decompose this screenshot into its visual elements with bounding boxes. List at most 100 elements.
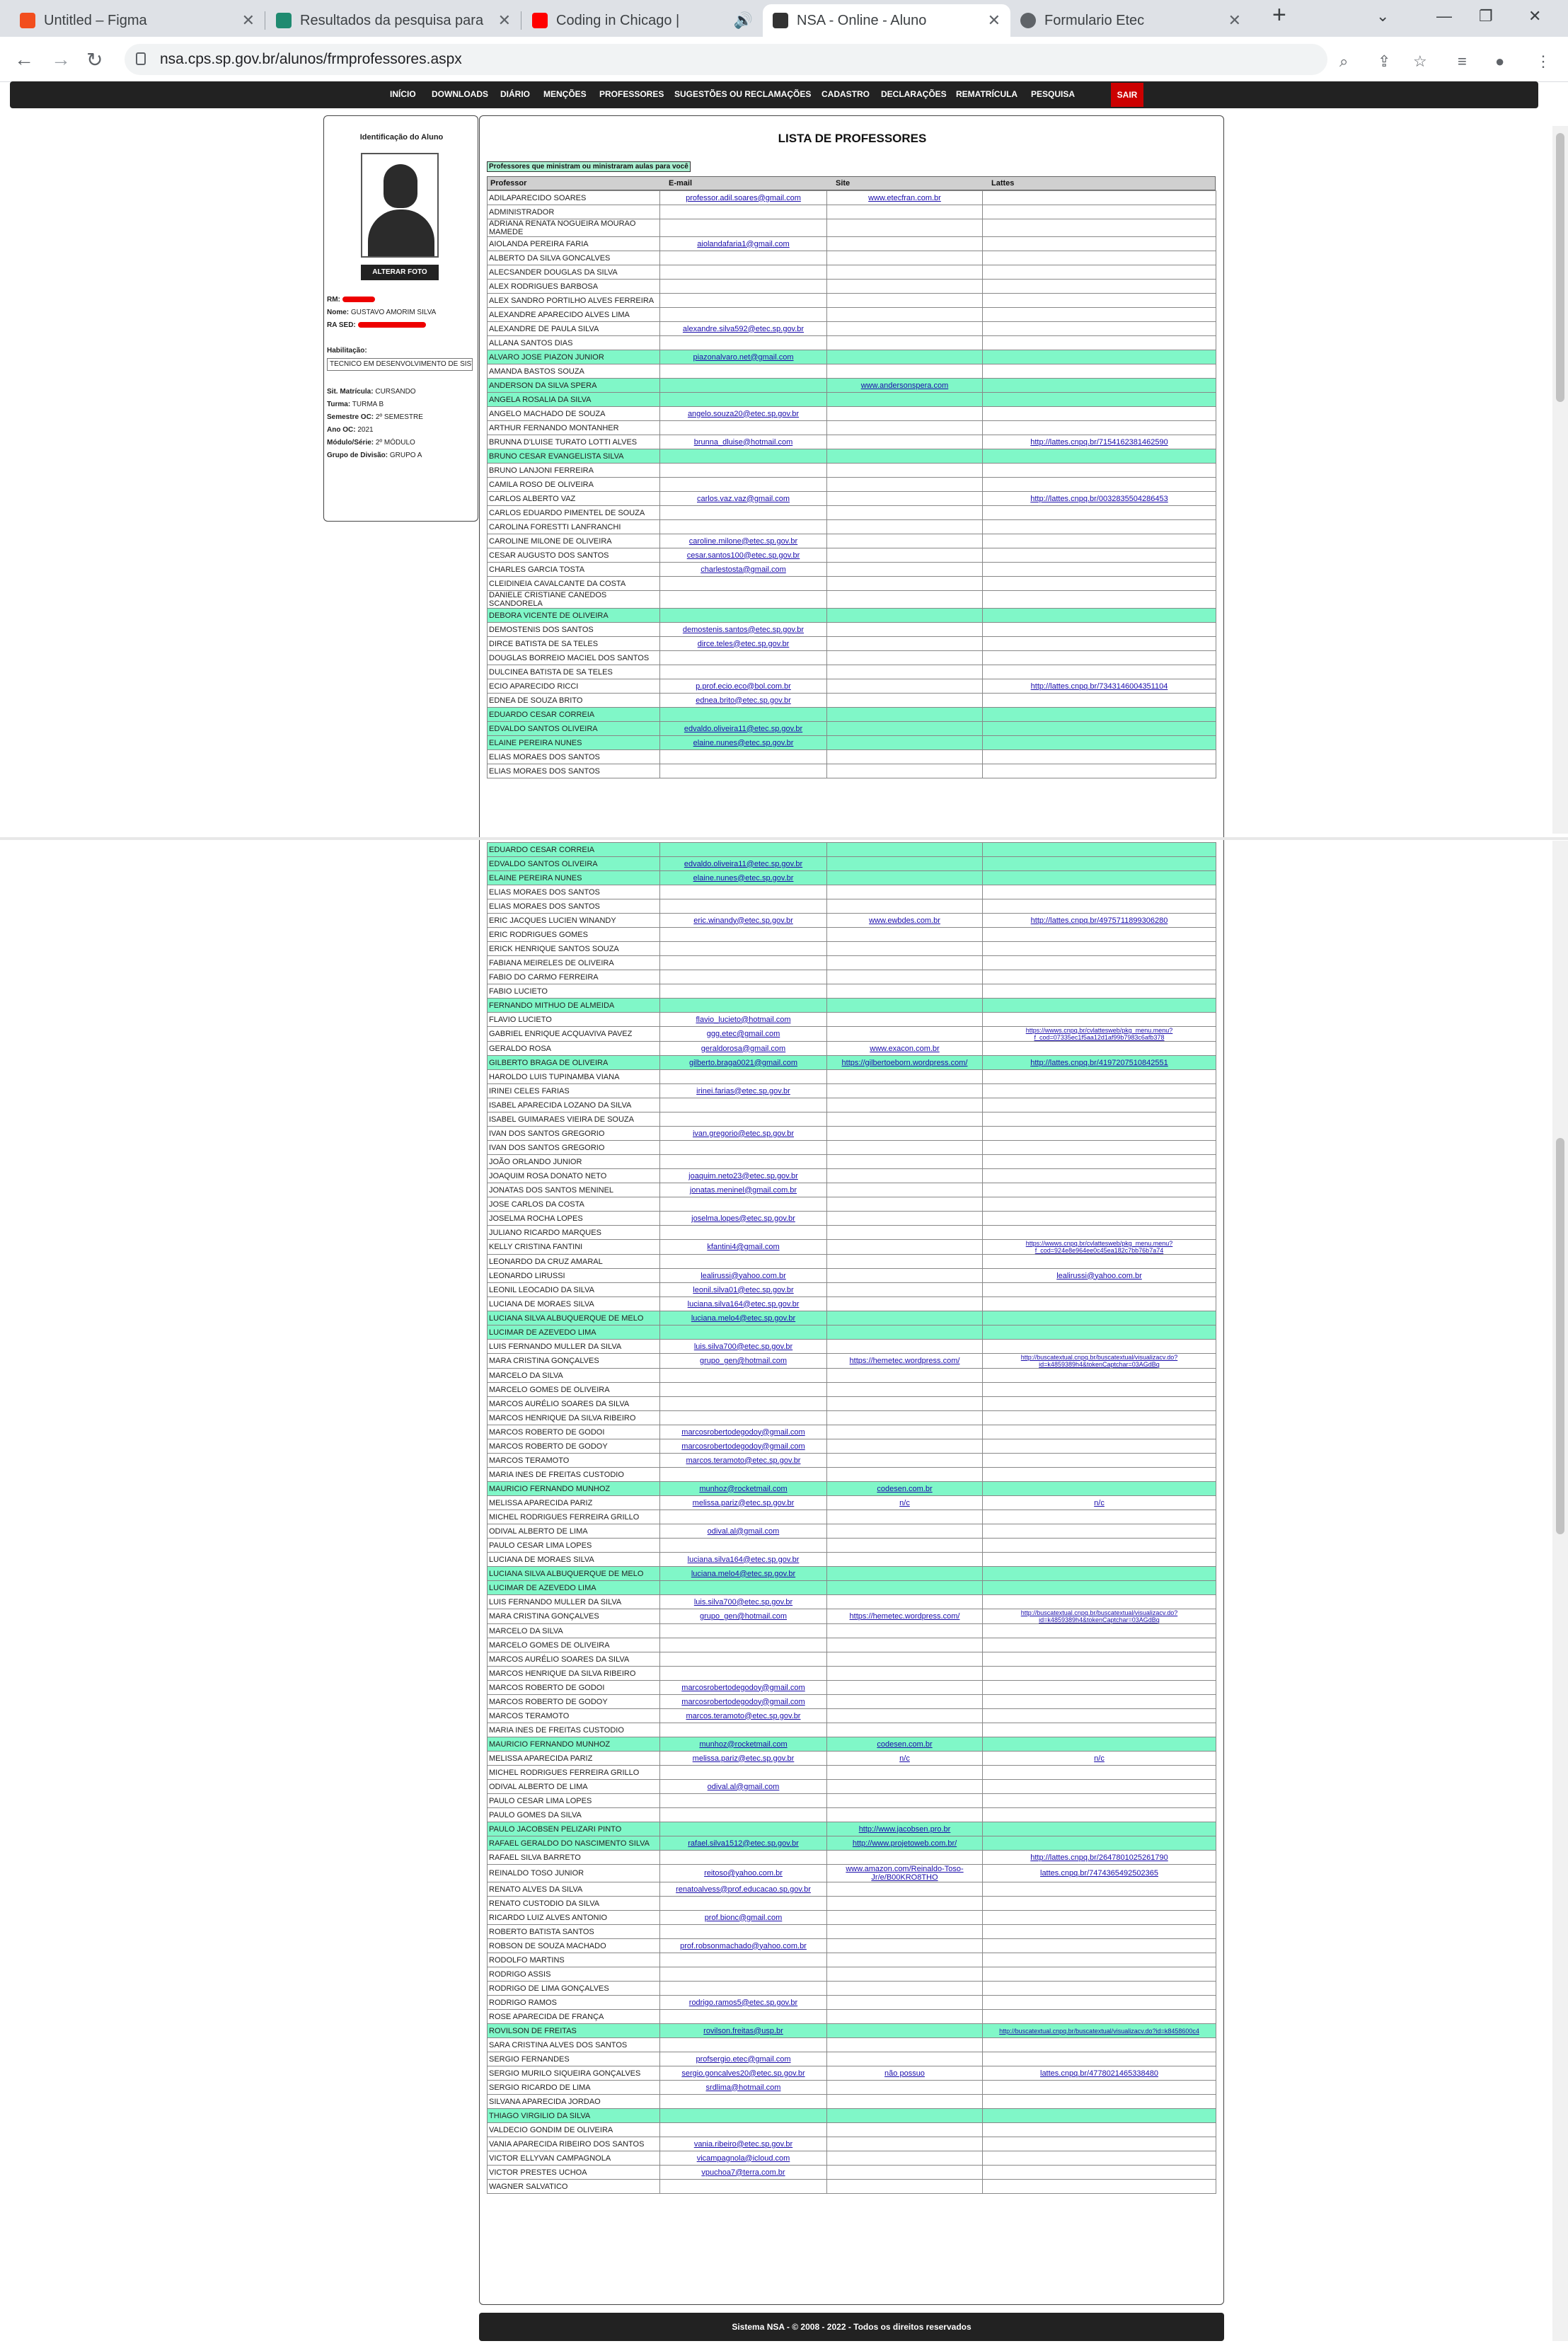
menu-inicio[interactable]: INÍCIO [390,89,416,99]
restore-icon[interactable]: ❐ [1479,7,1493,25]
email-link[interactable]: geraldorosa@gmail.com [659,1041,827,1056]
email-link[interactable]: luciana.melo4@etec.sp.gov.br [659,1311,827,1326]
site-link[interactable]: n/c [826,1495,983,1510]
email-link[interactable]: professor.adil.soares@gmail.com [659,190,827,205]
lattes-link[interactable]: lattes.cnpq.br/4778021465338480 [982,2066,1216,2081]
lattes-link[interactable]: https://wwws.cnpq.br/cvlattesweb/pkg_men… [982,1026,1216,1042]
close-icon[interactable]: ✕ [988,11,1001,30]
site-link[interactable]: www.etecfran.com.br [826,190,983,205]
audio-icon[interactable]: 🔊 [734,11,753,30]
lattes-link[interactable]: n/c [982,1751,1216,1766]
scrollbar-top[interactable] [1552,126,1568,834]
email-link[interactable]: gilberto.braga0021@gmail.com [659,1055,827,1070]
tab-figma[interactable]: Untitled – Figma ✕ [10,4,265,37]
email-link[interactable]: luciana.silva164@etec.sp.gov.br [659,1552,827,1567]
email-link[interactable]: rafael.silva1512@etec.sp.gov.br [659,1836,827,1851]
lattes-link[interactable]: http://lattes.cnpq.br/7154162381462590 [982,435,1216,449]
site-link[interactable]: www.ewbdes.com.br [826,913,983,928]
address-bar[interactable]: nsa.cps.sp.gov.br/alunos/frmprofessores.… [125,44,1327,75]
lattes-link[interactable]: http://buscatextual.cnpq.br/buscatextual… [982,2023,1216,2038]
email-link[interactable]: vicampagnola@icloud.com [659,2151,827,2166]
menu-diario[interactable]: DIÁRIO [500,89,530,99]
close-icon[interactable]: ✕ [242,11,255,30]
email-link[interactable]: ivan.gregorio@etec.sp.gov.br [659,1126,827,1141]
email-link[interactable]: elaine.nunes@etec.sp.gov.br [659,735,827,750]
logout-button[interactable]: SAIR [1111,83,1143,107]
email-link[interactable]: luis.silva700@etec.sp.gov.br [659,1594,827,1609]
site-link[interactable]: não possuo [826,2066,983,2081]
bookmark-star-icon[interactable]: ☆ [1413,52,1427,71]
profile-icon[interactable]: ● [1495,52,1504,71]
menu-rematricula[interactable]: REMATRÍCULA [956,89,1018,99]
email-link[interactable]: joselma.lopes@etec.sp.gov.br [659,1211,827,1226]
email-link[interactable]: charlestosta@gmail.com [659,562,827,577]
email-link[interactable]: prof.bionc@gmail.com [659,1910,827,1925]
email-link[interactable]: reitoso@yahoo.com.br [659,1864,827,1882]
email-link[interactable]: grupo_gen@hotmail.com [659,1353,827,1369]
email-link[interactable]: vpuchoa7@terra.com.br [659,2165,827,2180]
email-link[interactable]: demostenis.santos@etec.sp.gov.br [659,622,827,637]
email-link[interactable]: ednea.brito@etec.sp.gov.br [659,693,827,708]
share-icon[interactable]: ⇪ [1378,52,1390,71]
menu-sugestoes[interactable]: SUGESTÕES OU RECLAMAÇÕES [674,89,811,99]
email-link[interactable]: prof.robsonmachado@yahoo.com.br [659,1938,827,1953]
email-link[interactable]: grupo_gen@hotmail.com [659,1609,827,1624]
email-link[interactable]: marcos.teramoto@etec.sp.gov.br [659,1453,827,1468]
forward-icon[interactable]: → [51,48,71,71]
scrollbar-thumb[interactable] [1556,1138,1564,1534]
site-link[interactable]: https://gilbertoeborn.wordpress.com/ [826,1055,983,1070]
email-link[interactable]: profsergio.etec@gmail.com [659,2052,827,2066]
email-link[interactable]: odival.al@gmail.com [659,1779,827,1794]
email-link[interactable]: leonil.silva01@etec.sp.gov.br [659,1282,827,1297]
email-link[interactable]: marcosrobertodegodoy@gmail.com [659,1439,827,1454]
email-link[interactable]: marcos.teramoto@etec.sp.gov.br [659,1708,827,1723]
email-link[interactable]: aiolandafaria1@gmail.com [659,236,827,251]
new-tab-button[interactable]: + [1272,1,1286,29]
email-link[interactable]: jonatas.meninel@gmail.com.br [659,1183,827,1197]
menu-kebab-icon[interactable]: ⋮ [1535,52,1551,71]
lattes-link[interactable]: https://wwws.cnpq.br/cvlattesweb/pkg_men… [982,1239,1216,1255]
email-link[interactable]: joaquim.neto23@etec.sp.gov.br [659,1168,827,1183]
email-link[interactable]: odival.al@gmail.com [659,1524,827,1539]
email-link[interactable]: melissa.pariz@etec.sp.gov.br [659,1495,827,1510]
site-link[interactable]: https://hemetec.wordpress.com/ [826,1353,983,1369]
close-icon[interactable]: ✕ [498,11,511,30]
lattes-link[interactable]: n/c [982,1495,1216,1510]
menu-professores[interactable]: PROFESSORES [599,89,664,99]
tab-formulario[interactable]: Formulario Etec ✕ [1010,4,1251,37]
email-link[interactable]: p.prof.ecio.eco@bol.com.br [659,679,827,694]
tab-search-icon[interactable]: ⌄ [1376,7,1389,25]
lattes-link[interactable]: lealirussi@yahoo.com.br [982,1268,1216,1283]
email-link[interactable]: munhoz@rocketmail.com [659,1737,827,1752]
email-link[interactable]: kfantini4@gmail.com [659,1239,827,1255]
lattes-link[interactable]: http://lattes.cnpq.br/2647801025261790 [982,1850,1216,1865]
email-link[interactable]: marcosrobertodegodoy@gmail.com [659,1680,827,1695]
email-link[interactable]: rodrigo.ramos5@etec.sp.gov.br [659,1995,827,2010]
lattes-link[interactable]: http://lattes.cnpq.br/7343146004351104 [982,679,1216,694]
email-link[interactable]: edvaldo.oliveira11@etec.sp.gov.br [659,721,827,736]
lattes-link[interactable]: http://lattes.cnpq.br/4197207510842551 [982,1055,1216,1070]
email-link[interactable]: luciana.melo4@etec.sp.gov.br [659,1566,827,1581]
site-link[interactable]: https://hemetec.wordpress.com/ [826,1609,983,1624]
email-link[interactable]: caroline.milone@etec.sp.gov.br [659,534,827,548]
site-link[interactable]: www.andersonspera.com [826,378,983,393]
email-link[interactable]: irinei.farias@etec.sp.gov.br [659,1083,827,1098]
lattes-link[interactable]: http://buscatextual.cnpq.br/buscatextual… [982,1609,1216,1624]
minimize-icon[interactable]: — [1436,7,1452,25]
lattes-link[interactable]: http://lattes.cnpq.br/4975711899306280 [982,913,1216,928]
email-link[interactable]: carlos.vaz.vaz@gmail.com [659,491,827,506]
tab-nsa-online[interactable]: NSA - Online - Aluno ✕ [763,4,1010,37]
email-link[interactable]: marcosrobertodegodoy@gmail.com [659,1694,827,1709]
media-icon[interactable]: ≡ [1458,52,1467,71]
email-link[interactable]: flavio_lucieto@hotmail.com [659,1012,827,1027]
site-link[interactable]: http://www.jacobsen.pro.br [826,1822,983,1836]
email-link[interactable]: lealirussi@yahoo.com.br [659,1268,827,1283]
email-link[interactable]: rovilson.freitas@usp.br [659,2023,827,2038]
scrollbar-bottom[interactable] [1552,841,1568,2341]
email-link[interactable]: elaine.nunes@etec.sp.gov.br [659,870,827,885]
email-link[interactable]: dirce.teles@etec.sp.gov.br [659,636,827,651]
site-link[interactable]: www.amazon.com/Reinaldo-Toso-Jr/e/B00KRO… [826,1864,983,1882]
change-photo-button[interactable]: ALTERAR FOTO [361,265,439,280]
email-link[interactable]: ggg.etec@gmail.com [659,1026,827,1042]
menu-cadastro[interactable]: CADASTRO [822,89,870,99]
